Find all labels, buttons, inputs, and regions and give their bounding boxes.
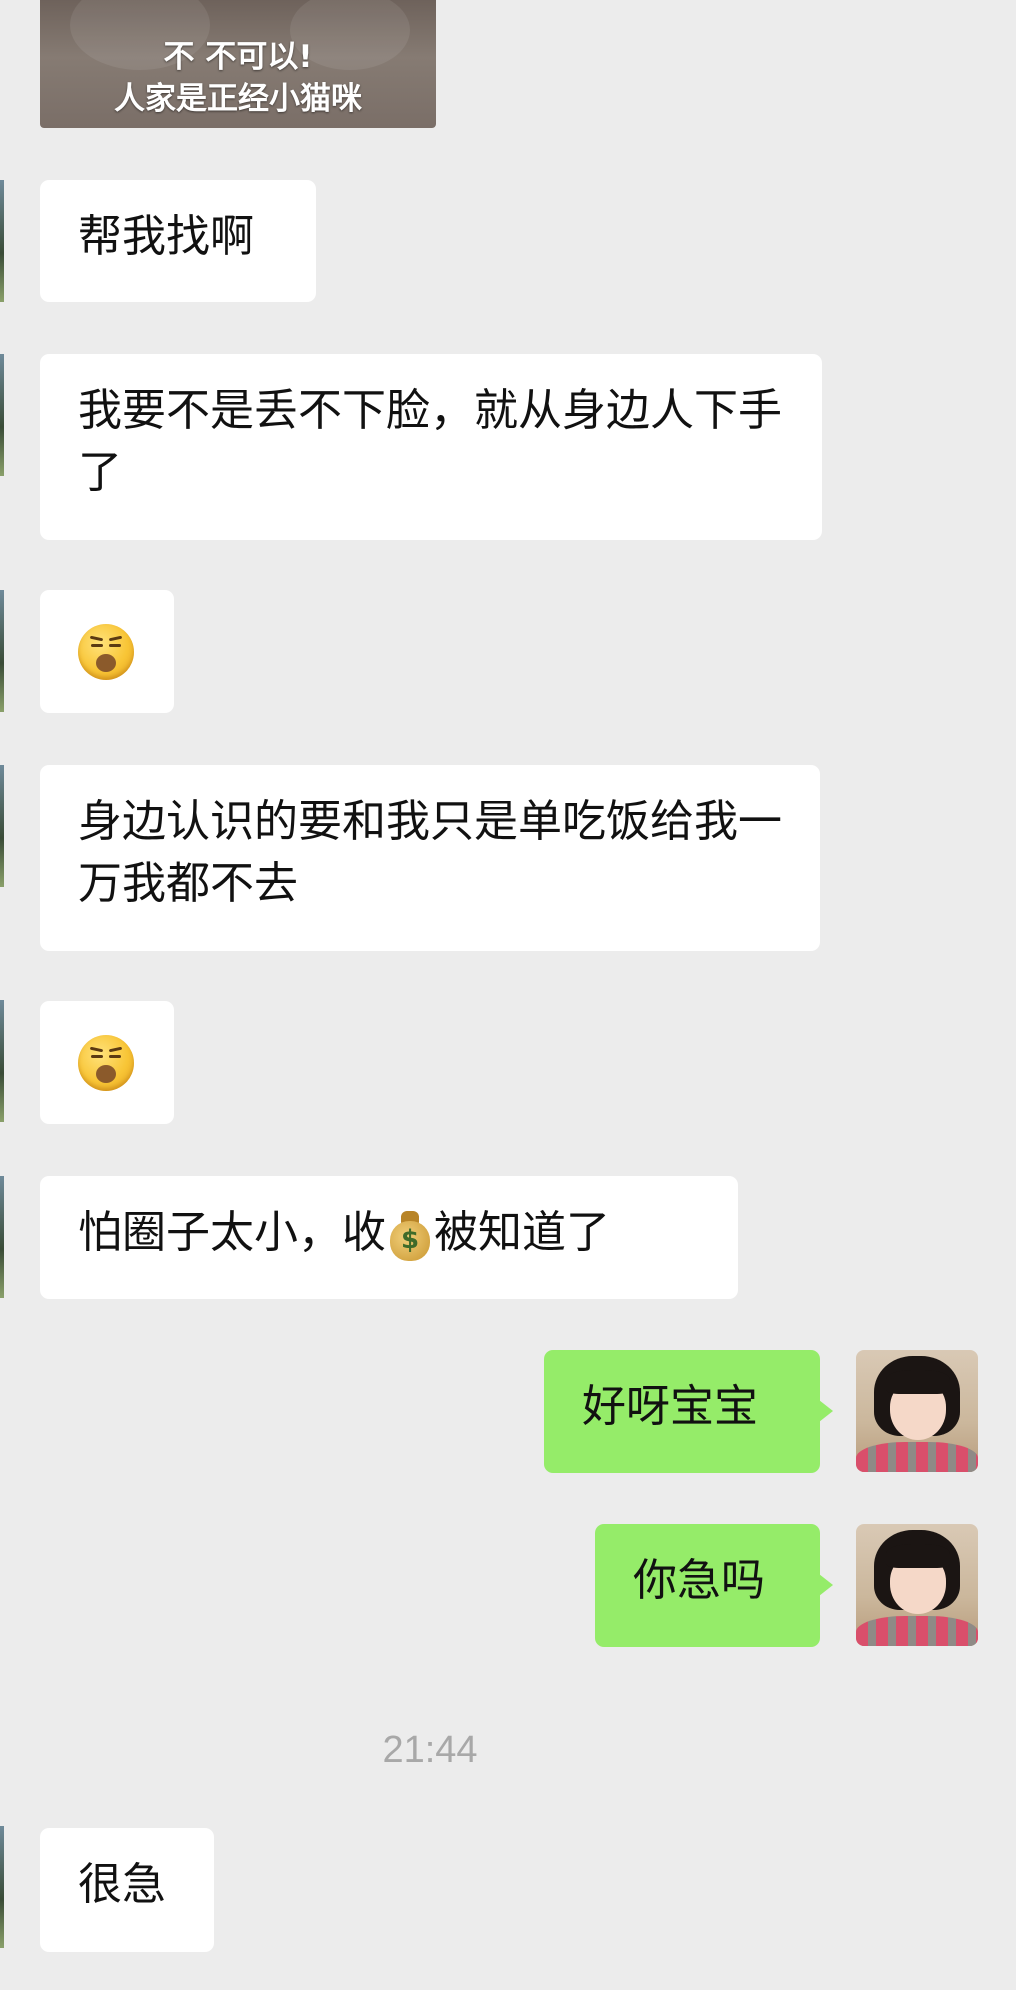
message-text: 你急吗: [633, 1555, 765, 1606]
message-text: 怕圈子太小，收: [78, 1207, 386, 1258]
incoming-message-bubble[interactable]: 身边认识的要和我只是单吃饭给我一万我都不去: [40, 765, 820, 951]
incoming-emoji-bubble[interactable]: [40, 590, 174, 713]
sender-avatar[interactable]: [0, 354, 4, 476]
sticker-caption: 不 不可以! 人家是正经小猫咪: [40, 36, 436, 120]
outgoing-message-bubble[interactable]: 好呀宝宝: [544, 1350, 833, 1473]
outgoing-message-bubble[interactable]: 你急吗: [595, 1524, 833, 1647]
incoming-message-bubble[interactable]: 很急: [40, 1828, 214, 1952]
message-timestamp: 21:44: [382, 1729, 478, 1771]
message-text: 很急: [78, 1859, 166, 1910]
unamused-pouting-face-emoji-icon: [78, 624, 134, 680]
incoming-message-bubble[interactable]: 帮我找啊: [40, 180, 316, 302]
sender-avatar[interactable]: [0, 1176, 4, 1298]
unamused-pouting-face-emoji-icon: [78, 1035, 134, 1091]
sender-avatar[interactable]: [0, 1000, 4, 1122]
sender-avatar[interactable]: [0, 1826, 4, 1948]
sender-avatar[interactable]: [0, 765, 4, 887]
sender-avatar[interactable]: [0, 590, 4, 712]
incoming-message-bubble[interactable]: 我要不是丢不下脸，就从身边人下手了: [40, 354, 822, 540]
incoming-emoji-bubble[interactable]: [40, 1001, 174, 1124]
chat-history: 不 不可以! 人家是正经小猫咪 帮我找啊 我要不是丢不下脸，就从身边人下手了 身…: [0, 0, 1016, 1990]
my-avatar[interactable]: [856, 1350, 978, 1472]
sticker-caption-line-1: 不 不可以!: [163, 39, 313, 75]
incoming-message-bubble[interactable]: 怕圈子太小，收 $ 被知道了: [40, 1176, 738, 1299]
message-text: 身边认识的要和我只是单吃饭给我一万我都不去: [78, 796, 782, 909]
money-bag-icon: $: [388, 1209, 432, 1261]
message-text: 我要不是丢不下脸，就从身边人下手了: [78, 385, 782, 498]
my-avatar[interactable]: [856, 1524, 978, 1646]
message-text: 好呀宝宝: [582, 1381, 758, 1432]
sticker-caption-line-2: 人家是正经小猫咪: [114, 81, 362, 117]
message-text: 被知道了: [434, 1207, 610, 1258]
sender-avatar[interactable]: [0, 180, 4, 302]
cat-sticker-image[interactable]: 不 不可以! 人家是正经小猫咪: [40, 0, 436, 128]
message-text: 帮我找啊: [78, 211, 254, 262]
